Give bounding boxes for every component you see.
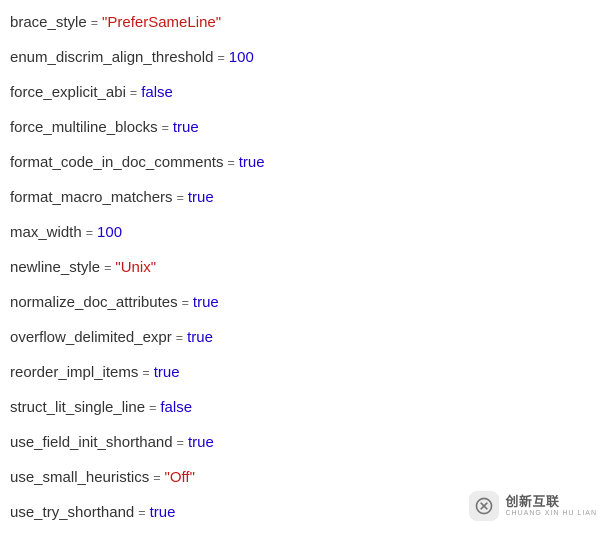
equals-sign: = bbox=[100, 261, 115, 275]
config-value: true bbox=[239, 154, 265, 171]
config-key: use_field_init_shorthand bbox=[10, 434, 173, 451]
equals-sign: = bbox=[87, 16, 102, 30]
watermark-logo-icon bbox=[469, 491, 499, 521]
config-value: false bbox=[141, 84, 173, 101]
config-key: reorder_impl_items bbox=[10, 364, 138, 381]
config-value: true bbox=[193, 294, 219, 311]
config-key: force_explicit_abi bbox=[10, 84, 126, 101]
equals-sign: = bbox=[126, 86, 141, 100]
config-value: "PreferSameLine" bbox=[102, 14, 221, 31]
config-value: false bbox=[160, 399, 192, 416]
config-value: "Off" bbox=[165, 469, 195, 486]
config-key: overflow_delimited_expr bbox=[10, 329, 172, 346]
config-key: brace_style bbox=[10, 14, 87, 31]
equals-sign: = bbox=[178, 296, 193, 310]
config-line: use_small_heuristics="Off" bbox=[10, 467, 595, 488]
config-value: "Unix" bbox=[115, 259, 156, 276]
equals-sign: = bbox=[138, 366, 153, 380]
config-key: use_try_shorthand bbox=[10, 504, 134, 521]
config-line: format_macro_matchers=true bbox=[10, 187, 595, 208]
config-key: normalize_doc_attributes bbox=[10, 294, 178, 311]
config-line: overflow_delimited_expr=true bbox=[10, 327, 595, 348]
config-key: newline_style bbox=[10, 259, 100, 276]
config-line: newline_style="Unix" bbox=[10, 257, 595, 278]
equals-sign: = bbox=[149, 471, 164, 485]
config-value: true bbox=[188, 189, 214, 206]
config-line: use_field_init_shorthand=true bbox=[10, 432, 595, 453]
config-line: struct_lit_single_line=false bbox=[10, 397, 595, 418]
config-value: 100 bbox=[229, 49, 254, 66]
equals-sign: = bbox=[213, 51, 228, 65]
watermark-main-text: 创新互联 bbox=[505, 495, 597, 508]
config-key: format_macro_matchers bbox=[10, 189, 173, 206]
equals-sign: = bbox=[158, 121, 173, 135]
equals-sign: = bbox=[145, 401, 160, 415]
config-line: force_explicit_abi=false bbox=[10, 82, 595, 103]
config-value: true bbox=[173, 119, 199, 136]
config-code-block: brace_style="PreferSameLine"enum_discrim… bbox=[10, 12, 595, 523]
config-key: enum_discrim_align_threshold bbox=[10, 49, 213, 66]
config-key: struct_lit_single_line bbox=[10, 399, 145, 416]
equals-sign: = bbox=[173, 191, 188, 205]
config-line: enum_discrim_align_threshold=100 bbox=[10, 47, 595, 68]
watermark-sub-text: CHUANG XIN HU LIAN bbox=[505, 510, 597, 517]
config-key: use_small_heuristics bbox=[10, 469, 149, 486]
config-line: normalize_doc_attributes=true bbox=[10, 292, 595, 313]
config-key: force_multiline_blocks bbox=[10, 119, 158, 136]
config-line: reorder_impl_items=true bbox=[10, 362, 595, 383]
config-value: true bbox=[154, 364, 180, 381]
config-value: true bbox=[150, 504, 176, 521]
config-line: format_code_in_doc_comments=true bbox=[10, 152, 595, 173]
config-value: true bbox=[188, 434, 214, 451]
config-key: max_width bbox=[10, 224, 82, 241]
equals-sign: = bbox=[173, 436, 188, 450]
config-line: max_width=100 bbox=[10, 222, 595, 243]
config-line: brace_style="PreferSameLine" bbox=[10, 12, 595, 33]
config-value: 100 bbox=[97, 224, 122, 241]
config-line: force_multiline_blocks=true bbox=[10, 117, 595, 138]
equals-sign: = bbox=[223, 156, 238, 170]
watermark: 创新互联 CHUANG XIN HU LIAN bbox=[469, 491, 597, 521]
equals-sign: = bbox=[172, 331, 187, 345]
equals-sign: = bbox=[134, 506, 149, 520]
config-key: format_code_in_doc_comments bbox=[10, 154, 223, 171]
config-value: true bbox=[187, 329, 213, 346]
equals-sign: = bbox=[82, 226, 97, 240]
